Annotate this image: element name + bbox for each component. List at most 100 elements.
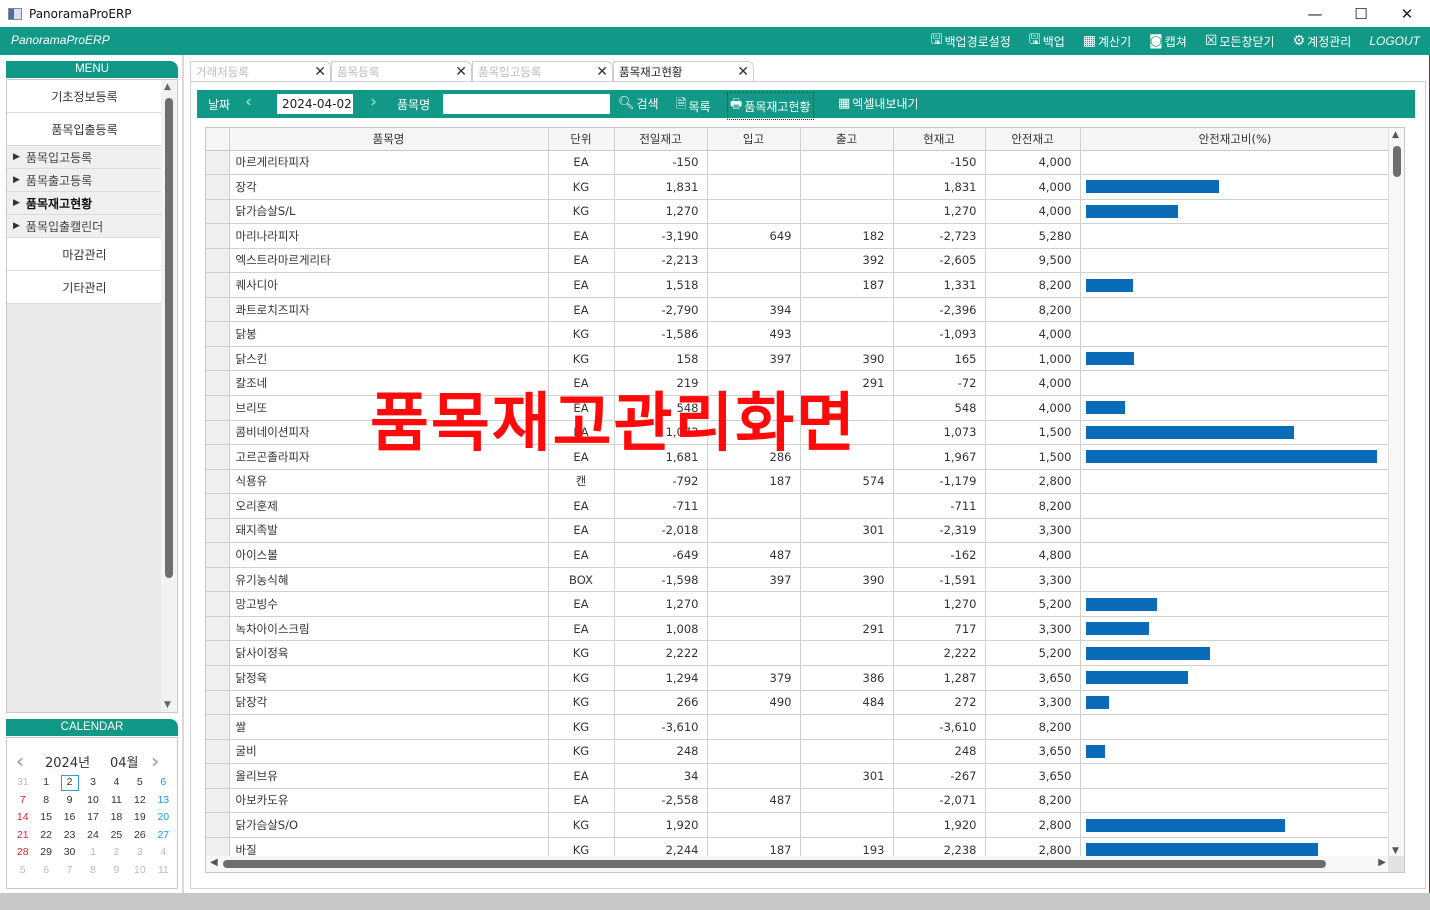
tab-2[interactable]: 품목입고등록 ✕ (472, 61, 613, 82)
column-header[interactable]: 현재고 (893, 128, 986, 151)
table-row[interactable]: 오리훈제 EA -711 -711 8,200 (206, 493, 1391, 519)
prev-date-icon[interactable]: ‹ (245, 92, 252, 112)
row-header[interactable] (206, 542, 230, 568)
top-action-4[interactable]: ☒ 모든창닫기 (1205, 33, 1275, 50)
calendar-day[interactable]: 7 (11, 792, 34, 810)
row-header[interactable] (206, 297, 230, 323)
row-header[interactable] (206, 788, 230, 814)
row-header[interactable] (206, 199, 230, 225)
date-input[interactable] (277, 94, 353, 114)
row-header[interactable] (206, 223, 230, 249)
table-row[interactable]: 닭장각 KG 266 490 484 272 3,300 (206, 690, 1391, 716)
calendar-day[interactable]: 21 (11, 827, 34, 845)
row-header[interactable] (206, 321, 230, 347)
row-header[interactable] (206, 739, 230, 765)
calendar-day[interactable]: 8 (81, 862, 104, 880)
table-row[interactable]: 장각 KG 1,831 1,831 4,000 (206, 174, 1391, 200)
table-row[interactable]: 닭가슴살S/O KG 1,920 1,920 2,800 (206, 812, 1391, 838)
minimize-button[interactable]: — (1292, 0, 1338, 27)
calendar-day[interactable]: 29 (34, 844, 57, 862)
scroll-left-icon[interactable]: ◀ (210, 857, 218, 868)
menu-sub-item[interactable]: ▶ 품목입출캘린더 (7, 215, 162, 238)
calendar-day[interactable]: 24 (81, 827, 104, 845)
scroll-up-icon[interactable]: ▲ (1392, 130, 1399, 140)
top-action-5[interactable]: ⚙ 계정관리 (1293, 33, 1352, 50)
grid-vertical-scrollbar[interactable]: ▲ ▼ (1388, 128, 1404, 858)
row-header[interactable] (206, 469, 230, 495)
menu-group-item[interactable]: 기초정보등록 (7, 80, 162, 113)
calendar-day[interactable]: 2 (105, 844, 128, 862)
calendar-day[interactable]: 10 (128, 862, 151, 880)
table-row[interactable]: 아이스볼 EA -649 487 -162 4,800 (206, 542, 1391, 568)
table-row[interactable]: 망고빙수 EA 1,270 1,270 5,200 (206, 591, 1391, 617)
logout-button[interactable]: LOGOUT (1369, 34, 1420, 48)
calendar-day[interactable]: 3 (81, 774, 104, 792)
scroll-down-icon[interactable]: ▼ (1392, 846, 1399, 856)
calendar-day[interactable]: 9 (105, 862, 128, 880)
menu-scrollbar[interactable]: ▲ ▼ (161, 80, 177, 712)
row-header[interactable] (206, 518, 230, 544)
table-row[interactable]: 브리또 EA 548 548 4,000 (206, 395, 1391, 421)
calendar-day[interactable]: 15 (34, 809, 57, 827)
calendar-day[interactable]: 1 (34, 774, 57, 792)
calendar-day[interactable]: 10 (81, 792, 104, 810)
calendar-day[interactable]: 31 (11, 774, 34, 792)
calendar-day[interactable]: 8 (34, 792, 57, 810)
close-icon[interactable]: ✕ (737, 62, 749, 82)
row-header[interactable] (206, 420, 230, 446)
top-action-0[interactable]: 🖫 백업경로설정 (931, 29, 1011, 53)
table-row[interactable]: 닭봉 KG -1,586 493 -1,093 4,000 (206, 321, 1391, 347)
table-row[interactable]: 닭스킨 KG 158 397 390 165 1,000 (206, 346, 1391, 372)
calendar-day[interactable]: 27 (152, 827, 175, 845)
tab-0[interactable]: 거래처등록 ✕ (190, 61, 331, 82)
tab-3[interactable]: 품목재고현황 ✕ (613, 61, 754, 82)
close-icon[interactable]: ✕ (455, 62, 467, 82)
top-action-1[interactable]: 🖫 백업 (1029, 29, 1065, 53)
column-header[interactable]: 안전재고 (985, 128, 1081, 151)
calendar-day[interactable]: 1 (81, 844, 104, 862)
grid-horizontal-scrollbar[interactable]: ◀ ▶ (206, 856, 1390, 872)
calendar-next-icon[interactable]: › (151, 749, 159, 773)
calendar-day[interactable]: 6 (152, 774, 175, 792)
scroll-right-icon[interactable]: ▶ (1378, 857, 1386, 868)
menu-group-item[interactable]: 품목입출등록 (7, 113, 162, 146)
print-stock-button[interactable]: 🖶 품목재고현황 (727, 92, 814, 120)
menu-group-item[interactable]: 기타관리 (7, 271, 162, 304)
table-row[interactable]: 엑스트라마르게리타 EA -2,213 392 -2,605 9,500 (206, 248, 1391, 274)
row-header[interactable] (206, 591, 230, 617)
calendar-day[interactable]: 11 (105, 792, 128, 810)
row-header[interactable] (206, 272, 230, 298)
calendar-day[interactable]: 13 (152, 792, 175, 810)
row-header[interactable] (206, 493, 230, 519)
close-icon[interactable]: ✕ (314, 62, 326, 82)
row-header[interactable] (206, 714, 230, 740)
column-header[interactable]: 단위 (548, 128, 615, 151)
table-row[interactable]: 마리나라피자 EA -3,190 649 182 -2,723 5,280 (206, 223, 1391, 249)
row-header[interactable] (206, 248, 230, 274)
close-icon[interactable]: ✕ (596, 62, 608, 82)
row-header[interactable] (206, 444, 230, 470)
calendar-day[interactable]: 17 (81, 809, 104, 827)
scroll-down-icon[interactable]: ▼ (164, 700, 171, 710)
table-row[interactable]: 쌀 KG -3,610 -3,610 8,200 (206, 714, 1391, 740)
calendar-day[interactable]: 19 (128, 809, 151, 827)
row-header[interactable] (206, 150, 230, 176)
calendar-day[interactable]: 6 (34, 862, 57, 880)
calendar-day[interactable]: 7 (58, 862, 81, 880)
calendar-day[interactable]: 28 (11, 844, 34, 862)
column-header[interactable]: 품목명 (229, 128, 549, 151)
calendar-day[interactable]: 20 (152, 809, 175, 827)
calendar-day[interactable]: 9 (58, 792, 81, 810)
row-header[interactable] (206, 763, 230, 789)
row-header[interactable] (206, 665, 230, 691)
table-row[interactable]: 닭사이정육 KG 2,222 2,222 5,200 (206, 640, 1391, 666)
calendar-day[interactable]: 23 (58, 827, 81, 845)
menu-scroll-thumb[interactable] (165, 98, 173, 578)
table-row[interactable]: 고르곤졸라피자 EA 1,681 286 1,967 1,500 (206, 444, 1391, 470)
column-header[interactable]: 안전재고비(%) (1080, 128, 1391, 151)
table-row[interactable]: 녹차아이스크림 EA 1,008 291 717 3,300 (206, 616, 1391, 642)
table-row[interactable]: 콰트로치즈피자 EA -2,790 394 -2,396 8,200 (206, 297, 1391, 323)
column-header[interactable]: 출고 (800, 128, 894, 151)
next-date-icon[interactable]: › (370, 92, 377, 112)
menu-sub-item[interactable]: ▶ 품목출고등록 (7, 169, 162, 192)
